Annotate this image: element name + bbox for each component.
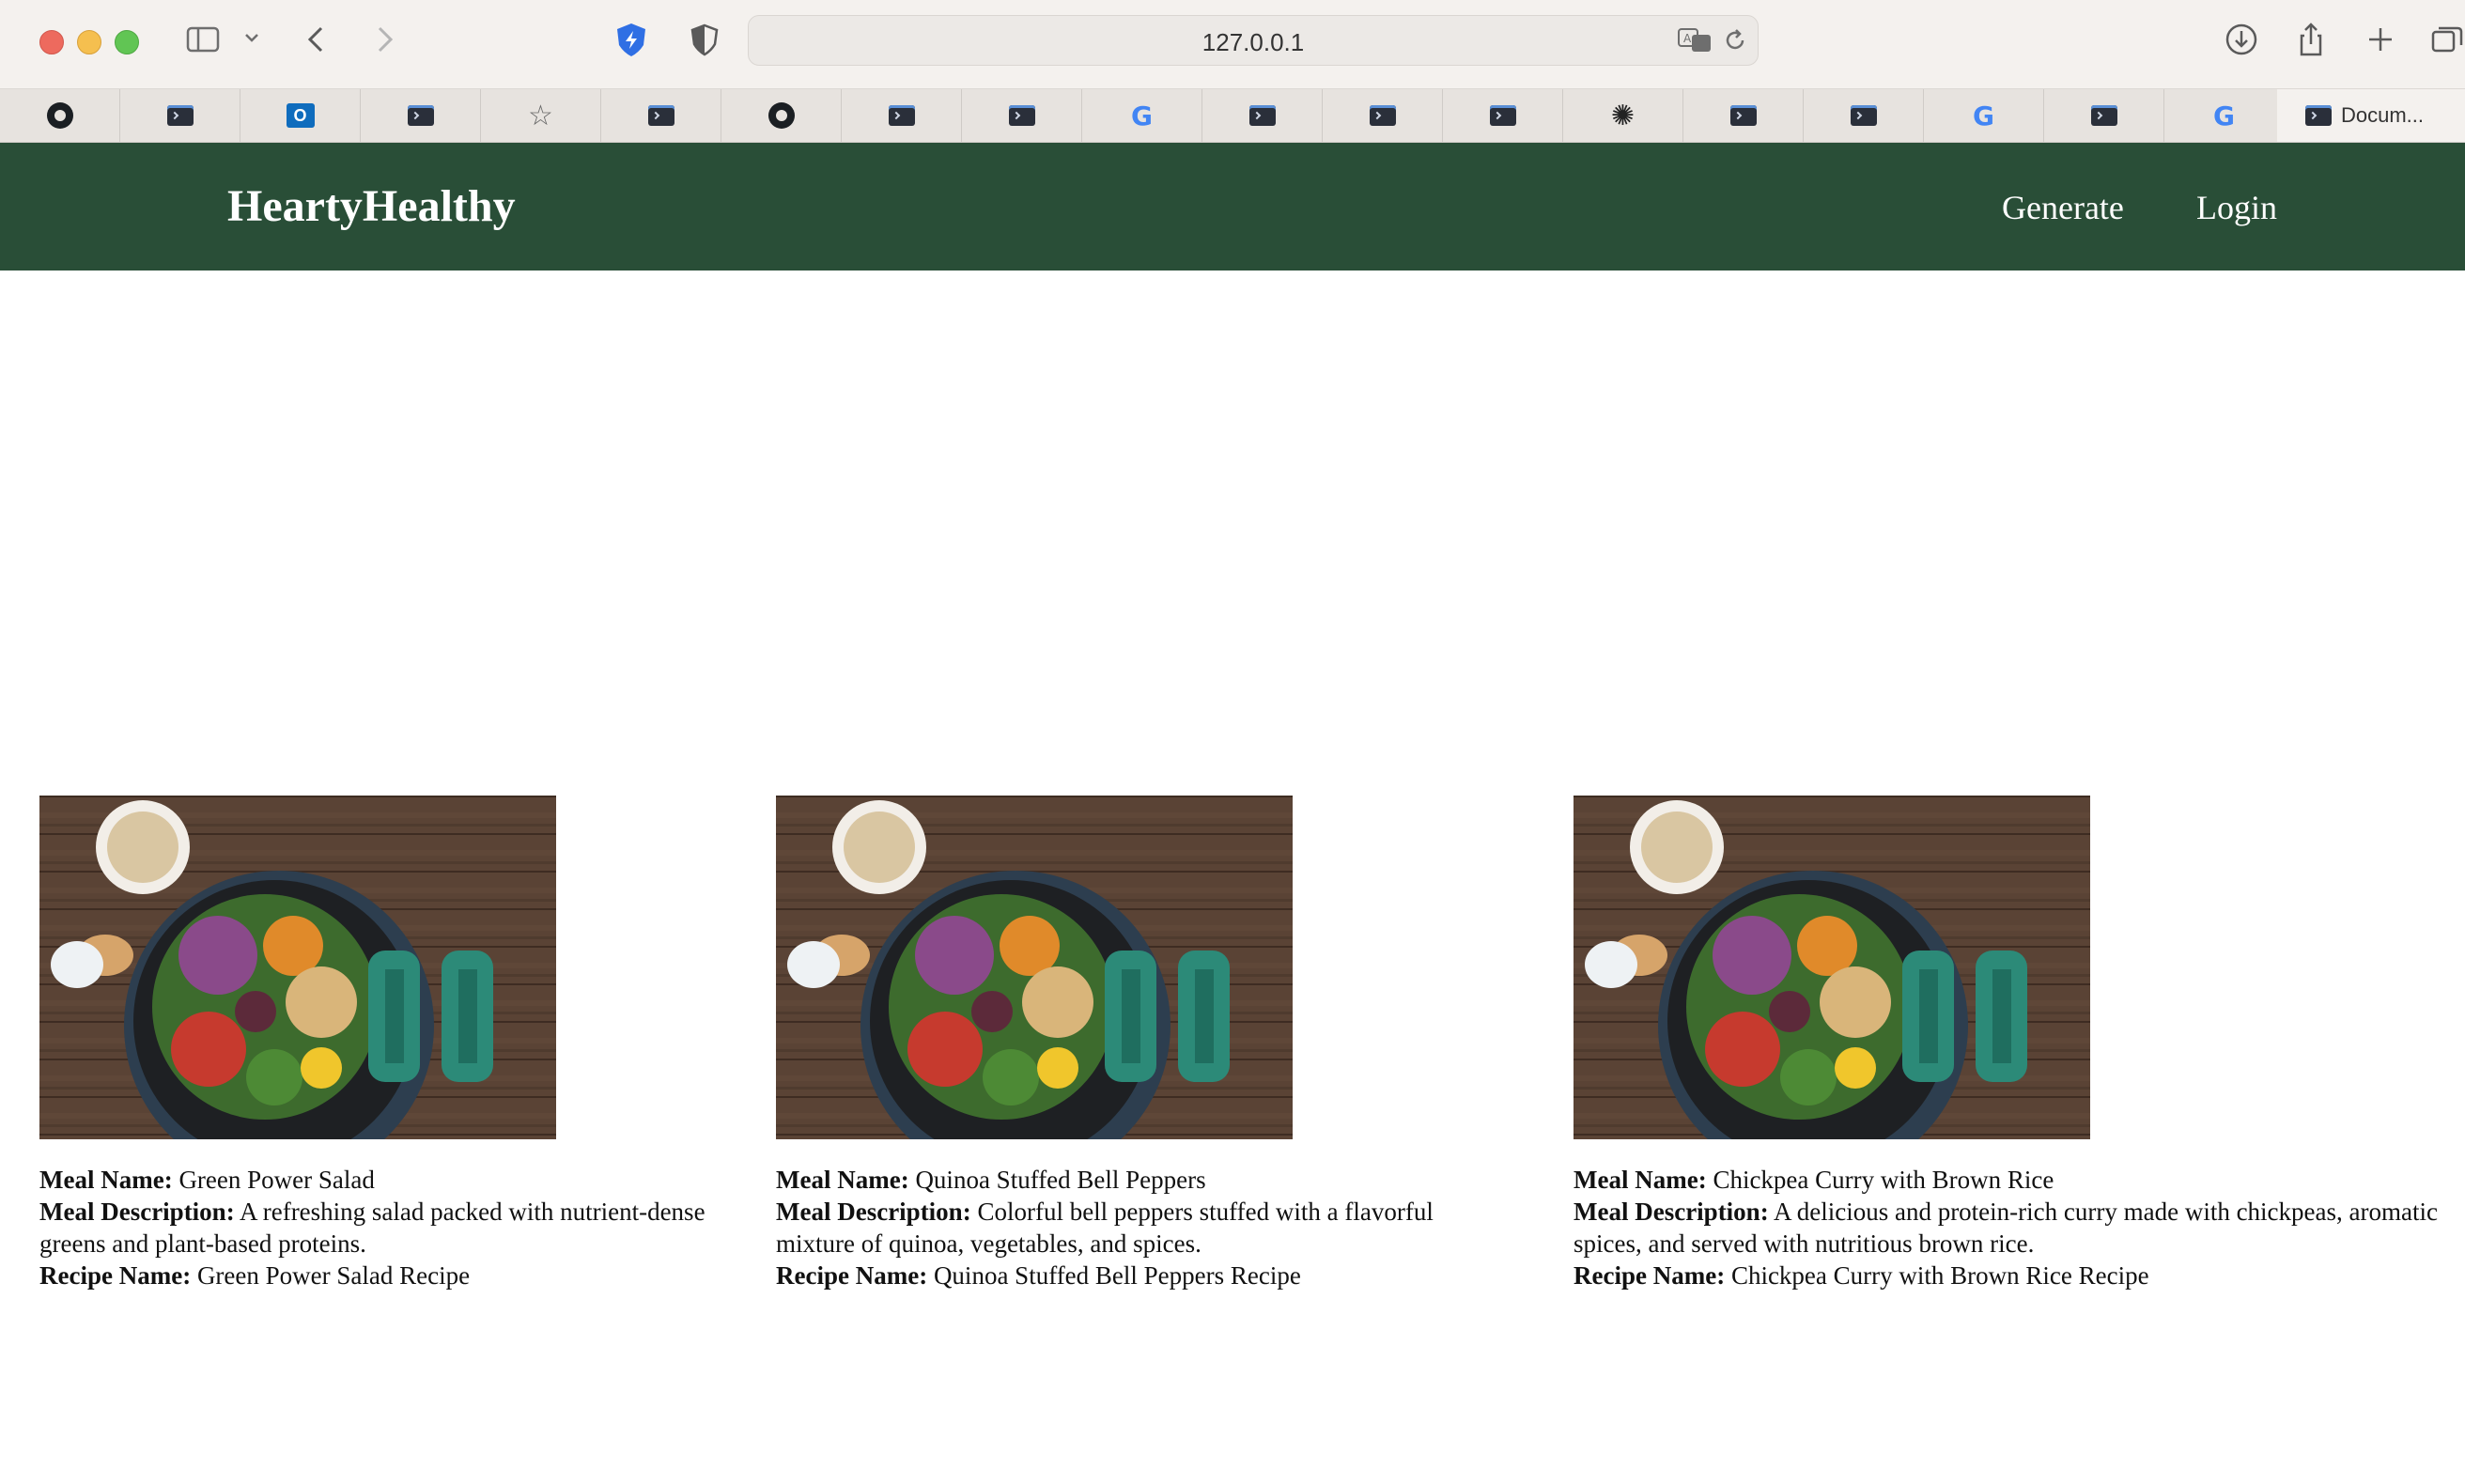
terminal-icon (888, 105, 915, 126)
tab[interactable] (361, 89, 481, 142)
tab[interactable] (120, 89, 240, 142)
meal-description: A refreshing salad packed with nutrient-… (239, 1198, 705, 1226)
tab[interactable]: ✺ (1563, 89, 1683, 142)
meal-image (1574, 796, 2090, 1139)
tab[interactable] (721, 89, 842, 142)
minimize-window-button[interactable] (77, 30, 101, 54)
tab[interactable] (842, 89, 962, 142)
meal-description-label: Meal Description: (39, 1198, 235, 1226)
share-icon[interactable] (2292, 21, 2330, 58)
meal-name: Chickpea Curry with Brown Rice (1713, 1166, 2054, 1194)
browser-toolbar: 127.0.0.1 A (0, 0, 2465, 89)
tab[interactable] (0, 89, 120, 142)
terminal-icon (1248, 105, 1276, 126)
meal-name: Quinoa Stuffed Bell Peppers (915, 1166, 1206, 1194)
tab[interactable] (2044, 89, 2164, 142)
privacy-shield-icon[interactable] (686, 21, 723, 58)
nav-login-link[interactable]: Login (2196, 188, 2277, 227)
new-tab-icon[interactable] (2362, 21, 2399, 58)
meal-description-cont: spices, and served with nutritious brown… (1574, 1229, 2035, 1258)
chatgpt-icon: ✺ (1610, 100, 1636, 131)
terminal-icon (2305, 105, 2332, 126)
meal-image (776, 796, 1293, 1139)
meal-details: Meal Name: Chickpea Curry with Brown Ric… (1574, 1164, 2438, 1291)
tab[interactable] (1323, 89, 1443, 142)
google-icon: G (1973, 100, 1994, 131)
google-icon: G (1131, 100, 1153, 131)
meal-card: Meal Name: Chickpea Curry with Brown Ric… (1574, 796, 2438, 1291)
site-navbar: HeartyHealthy Generate Login (0, 143, 2465, 271)
address-bar[interactable]: 127.0.0.1 A (748, 15, 1759, 66)
reload-icon[interactable] (1722, 27, 1748, 54)
tab[interactable] (1202, 89, 1323, 142)
brand-logo[interactable]: HeartyHealthy (227, 180, 516, 232)
sidebar-toggle-icon[interactable] (184, 21, 222, 58)
terminal-icon (647, 105, 674, 126)
terminal-icon (166, 105, 194, 126)
tab[interactable]: G (1082, 89, 1202, 142)
meal-card: Meal Name: Green Power Salad Meal Descri… (39, 796, 705, 1291)
zoom-window-button[interactable] (115, 30, 139, 54)
meal-details: Meal Name: Green Power Salad Meal Descri… (39, 1164, 705, 1291)
terminal-icon (1489, 105, 1516, 126)
meal-name: Green Power Salad (178, 1166, 375, 1194)
meal-details: Meal Name: Quinoa Stuffed Bell Peppers M… (776, 1164, 1434, 1291)
shield-extension-icon[interactable] (612, 21, 650, 58)
tab[interactable] (1443, 89, 1563, 142)
recipe-name-label: Recipe Name: (39, 1261, 192, 1290)
recipe-name: Chickpea Curry with Brown Rice Recipe (1730, 1261, 2149, 1290)
github-icon (46, 102, 73, 129)
terminal-icon (1729, 105, 1757, 126)
terminal-icon (1008, 105, 1035, 126)
meal-name-label: Meal Name: (1574, 1166, 1707, 1194)
downloads-icon[interactable] (2223, 21, 2260, 58)
terminal-icon (407, 105, 434, 126)
active-tab-label: Docum... (2341, 103, 2425, 127)
meal-name-label: Meal Name: (776, 1166, 909, 1194)
google-icon: G (2213, 100, 2235, 131)
meal-description-cont: mixture of quinoa, vegetables, and spice… (776, 1229, 1201, 1258)
recipe-name-label: Recipe Name: (1574, 1261, 1726, 1290)
recipe-name-label: Recipe Name: (776, 1261, 928, 1290)
tab[interactable]: O (240, 89, 361, 142)
tab[interactable]: G (2164, 89, 2285, 142)
meal-description-cont: greens and plant-based proteins. (39, 1229, 366, 1258)
meal-name-label: Meal Name: (39, 1166, 173, 1194)
outlook-icon: O (286, 103, 315, 128)
tab-strip: O ☆ G ✺ G G Docum... (0, 89, 2465, 143)
forward-icon[interactable] (370, 21, 398, 58)
meal-image (39, 796, 556, 1139)
chevron-down-icon[interactable] (242, 28, 261, 47)
tab[interactable] (962, 89, 1082, 142)
meal-description-label: Meal Description: (776, 1198, 971, 1226)
svg-text:A: A (1683, 32, 1692, 45)
recipe-name: Green Power Salad Recipe (196, 1261, 471, 1290)
meal-description: A delicious and protein-rich curry made … (1773, 1198, 2438, 1226)
nav-generate-link[interactable]: Generate (2002, 188, 2124, 227)
tab-overview-icon[interactable] (2429, 21, 2465, 58)
github-icon (767, 102, 795, 129)
star-icon: ☆ (528, 100, 553, 131)
meal-description-label: Meal Description: (1574, 1198, 1769, 1226)
terminal-icon (1369, 105, 1396, 126)
tab[interactable] (601, 89, 721, 142)
tab[interactable] (1683, 89, 1804, 142)
tab[interactable]: ☆ (481, 89, 601, 142)
meal-card: Meal Name: Quinoa Stuffed Bell Peppers M… (776, 796, 1434, 1291)
recipe-name: Quinoa Stuffed Bell Peppers Recipe (933, 1261, 1301, 1290)
terminal-icon (1850, 105, 1877, 126)
tab[interactable] (1804, 89, 1924, 142)
active-tab[interactable]: Docum... (2277, 89, 2465, 142)
url-text: 127.0.0.1 (1201, 28, 1305, 56)
terminal-icon (2090, 105, 2117, 126)
tab[interactable]: G (1924, 89, 2044, 142)
back-icon[interactable] (302, 21, 331, 58)
close-window-button[interactable] (39, 30, 64, 54)
meal-description: Colorful bell peppers stuffed with a fla… (977, 1198, 1434, 1226)
translate-icon[interactable]: A (1677, 25, 1714, 55)
